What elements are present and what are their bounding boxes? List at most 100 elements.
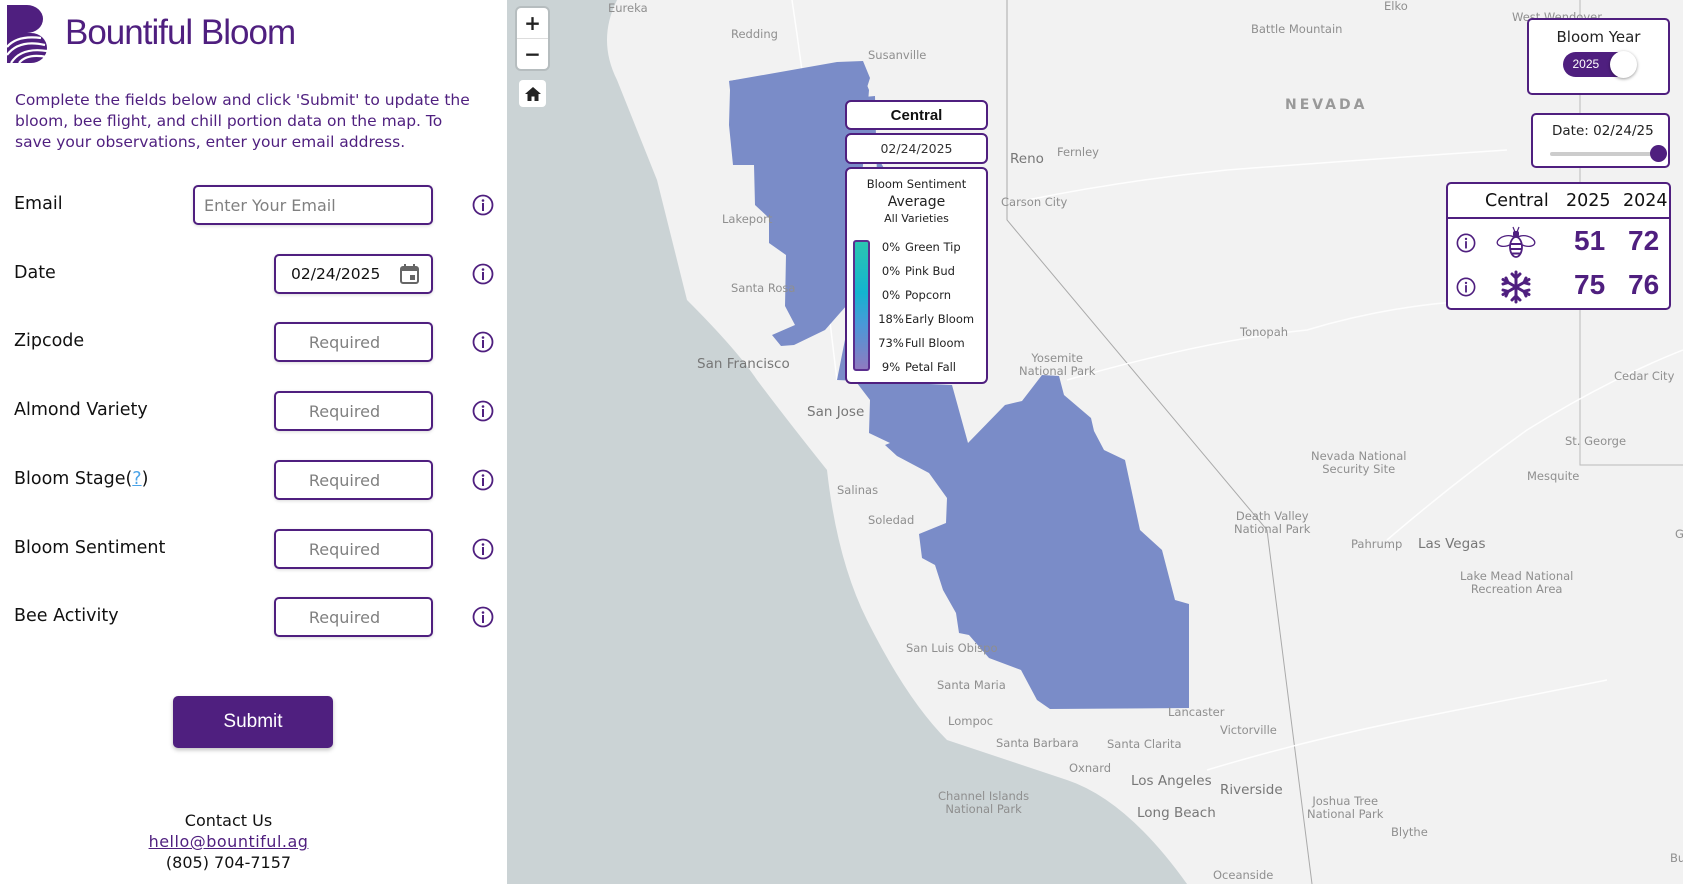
stats-header: Central 2025 2024 [1448,184,1669,219]
bee-flight-previous: 72 [1628,225,1660,256]
map-label: NEVADA [1285,97,1368,113]
brand-name: Bountiful Bloom [65,13,296,52]
bee-flight-current: 51 [1574,225,1606,256]
stage-row: 73%Full Bloom [877,336,965,350]
map-label: Las Vegas [1418,536,1486,552]
info-icon[interactable] [472,263,494,285]
tooltip-date: 02/24/2025 [845,133,988,164]
bee-activity-placeholder: Required [308,607,381,627]
bee-activity-select[interactable]: Required [274,597,433,637]
email-input[interactable]: Enter Your Email [193,185,433,225]
map-label: Elko [1384,0,1408,13]
date-slider[interactable] [1550,145,1667,162]
map-label: Joshua Tree National Park [1307,794,1384,821]
bloom-year-value: 2025 [1572,57,1600,71]
region-layer [729,61,1189,709]
almond-variety-select[interactable]: Required [274,391,433,431]
stage-name: Popcorn [905,288,952,302]
map-label: Channel Islands National Park [938,789,1030,816]
bloom-stage-help-link[interactable]: ? [132,469,141,489]
zipcode-label: Zipcode [14,331,85,351]
home-button[interactable] [519,80,546,107]
map-label: Yosemite National Park [1019,351,1096,378]
stage-row: 9% Petal Fall [877,360,956,374]
stage-row: 0% Popcorn [877,288,951,302]
date-row: Date 02/24/2025 [14,254,494,294]
date-label: Date [14,263,56,283]
bloom-sentiment-select[interactable]: Required [274,529,433,569]
info-icon[interactable] [472,469,494,491]
email-placeholder: Enter Your Email [204,195,336,215]
zoom-in-button[interactable]: + [517,8,548,38]
map-label: Long Beach [1137,805,1216,821]
map-label: Santa Rosa [731,281,796,295]
bloom-sentiment-label: Bloom Sentiment [14,538,166,558]
stage-name: Pink Bud [905,264,955,278]
info-icon[interactable] [1456,233,1476,253]
toggle-knob[interactable] [1609,51,1637,78]
zipcode-input[interactable]: Required [274,322,433,362]
zoom-out-button[interactable]: − [517,38,548,68]
tooltip-scope: All Varieties [884,212,949,225]
zipcode-placeholder: Required [308,332,381,352]
contact-phone: (805) 704-7157 [165,853,292,872]
contact-email-link[interactable]: hello@bountiful.ag [0,831,457,852]
date-slider-thumb[interactable] [1650,145,1667,162]
map-label: San Luis Obispo [906,641,998,655]
map-label: San Francisco [697,356,790,372]
bloom-stage-label-suffix: ) [141,469,149,489]
region-tooltip: Central 02/24/2025 Bloom Sentiment Avera… [845,100,988,384]
bloom-stage-label: Bloom Stage(?) [14,469,148,489]
snowflake-icon [1501,270,1531,304]
chill-portion-previous: 76 [1628,269,1660,300]
almond-variety-label: Almond Variety [14,400,148,420]
map-label: Fernley [1057,145,1099,159]
bloom-year-toggle[interactable]: 2025 [1562,51,1637,78]
calendar-icon[interactable] [400,264,419,284]
chill-portion-row: 75 76 [1448,265,1669,309]
map[interactable]: Eureka Redding Susanville Lakeport Santa… [507,0,1683,884]
info-icon[interactable] [1456,277,1476,297]
bee-flight-row: 51 72 [1448,221,1669,265]
date-slider-label: Date: 02/24/25 [1552,123,1654,139]
info-icon[interactable] [472,606,494,628]
info-icon[interactable] [472,194,494,216]
bee-icon [1496,226,1536,258]
map-label: Lake Mead National Recreation Area [1460,569,1574,596]
date-input[interactable]: 02/24/2025 [274,254,433,294]
stage-row: 0% Green Tip [877,240,961,254]
map-label: Lakeport [722,212,773,226]
info-icon[interactable] [472,538,494,560]
submit-button[interactable]: Submit [173,696,333,748]
info-icon[interactable] [472,331,494,353]
zipcode-row: Zipcode Required [14,322,494,362]
stage-pct: 9% [881,360,901,374]
email-label: Email [14,194,63,214]
tooltip-region: Central [845,100,988,130]
map-label: Soledad [868,513,915,527]
tooltip-sentiment: Bloom Sentiment Average All Varieties 0%… [845,167,988,384]
home-icon [524,86,541,101]
bloom-sentiment-row: Bloom Sentiment Required [14,529,494,569]
map-label: Lompoc [948,714,994,728]
stage-pct: 0% [881,240,901,254]
map-label: Santa Maria [937,678,1006,692]
bloom-year-panel: Bloom Year 2025 [1527,18,1670,95]
stage-name: Early Bloom [905,312,975,326]
map-label: Mesquite [1527,469,1580,483]
stats-year-current: 2025 [1566,191,1611,211]
stage-name: Full Bloom [905,336,965,350]
contact-section: Contact Us hello@bountiful.ag (805) 704-… [0,810,457,873]
info-icon[interactable] [472,400,494,422]
map-label: Redding [731,27,778,41]
stage-row: 0% Pink Bud [877,264,955,278]
stage-pct: 0% [881,264,901,278]
map-label: Cedar City [1614,369,1675,383]
map-label: Lancaster [1168,705,1225,719]
date-slider-panel: Date: 02/24/25 [1531,113,1670,168]
tooltip-title: Bloom Sentiment [866,177,967,191]
bloom-stage-placeholder: Required [308,470,381,490]
map-label: Carson City [1001,195,1068,209]
bloom-stage-row: Bloom Stage(?) Required [14,460,494,500]
bloom-stage-select[interactable]: Required [274,460,433,500]
